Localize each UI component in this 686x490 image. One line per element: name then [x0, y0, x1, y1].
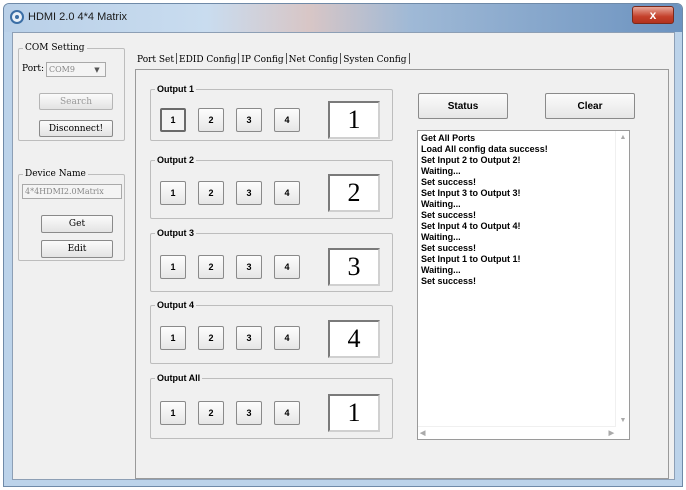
- tab-ip-config[interactable]: IP Config: [239, 53, 285, 67]
- output-2-input-2-button[interactable]: 2: [198, 181, 224, 205]
- output-1-current-input: 1: [328, 101, 380, 139]
- search-button-label: Search: [60, 96, 92, 107]
- device-name-field[interactable]: 4*4HDMI2.0Matrix: [22, 184, 122, 199]
- port-select-value: COM9: [49, 65, 75, 74]
- output-1-input-3-button[interactable]: 3: [236, 108, 262, 132]
- output-3-input-2-button[interactable]: 2: [198, 255, 224, 279]
- output-1-input-2-button[interactable]: 2: [198, 108, 224, 132]
- get-button[interactable]: Get: [41, 215, 113, 233]
- client-area: COM Setting Port: COM9 ▼ Search Disconne…: [12, 32, 675, 480]
- get-button-label: Get: [68, 219, 86, 229]
- log-line: Set Input 4 to Output 4!: [421, 221, 521, 231]
- output-2-current-input: 2: [328, 174, 380, 212]
- log-line: Load All config data success!: [421, 144, 548, 154]
- port-label: Port:: [22, 64, 45, 74]
- tab-net-config[interactable]: Net Config: [287, 53, 341, 67]
- status-button[interactable]: Status: [418, 93, 508, 119]
- tab-separator: [408, 53, 410, 64]
- tab-edid-config[interactable]: EDID Config: [177, 53, 238, 67]
- output-1-input-1-button[interactable]: 1: [160, 108, 186, 132]
- log-line: Set success!: [421, 210, 477, 220]
- log-line: Set success!: [421, 177, 477, 187]
- output-4-current-input: 4: [328, 320, 380, 358]
- tab-port-set[interactable]: Port Set: [135, 53, 176, 67]
- output-2-input-1-button[interactable]: 1: [160, 181, 186, 205]
- output-all-legend: Output All: [157, 373, 201, 383]
- output-all-input-4-button[interactable]: 4: [274, 401, 300, 425]
- device-name-value: 4*4HDMI2.0Matrix: [25, 187, 104, 196]
- app-icon: [10, 10, 24, 24]
- tab-systen-config[interactable]: Systen Config: [341, 53, 408, 67]
- output-4-input-4-button[interactable]: 4: [274, 326, 300, 350]
- chevron-down-icon: ▼: [94, 66, 100, 74]
- output-3-legend: Output 3: [157, 228, 194, 238]
- output-3-input-4-button[interactable]: 4: [274, 255, 300, 279]
- log-line: Waiting...: [421, 265, 461, 275]
- window-title: HDMI 2.0 4*4 Matrix: [28, 11, 128, 23]
- log-line: Waiting...: [421, 199, 461, 209]
- status-log[interactable]: Get All Ports Load All config data succe…: [417, 130, 630, 440]
- output-all-input-1-button[interactable]: 1: [160, 401, 186, 425]
- output-2-legend: Output 2: [157, 155, 194, 165]
- output-1-input-4-button[interactable]: 4: [274, 108, 300, 132]
- scroll-up-icon[interactable]: ▲: [616, 132, 630, 143]
- scroll-left-icon[interactable]: ◀: [420, 428, 425, 439]
- log-line: Set success!: [421, 276, 477, 286]
- app-window: HDMI 2.0 4*4 Matrix x COM Setting Port: …: [3, 3, 683, 487]
- output-all-input-3-button[interactable]: 3: [236, 401, 262, 425]
- output-2-input-4-button[interactable]: 4: [274, 181, 300, 205]
- disconnect-button-label: Disconnect!: [48, 123, 104, 134]
- log-line: Get All Ports: [421, 133, 476, 143]
- title-bar[interactable]: HDMI 2.0 4*4 Matrix x: [4, 4, 682, 32]
- output-all-input-2-button[interactable]: 2: [198, 401, 224, 425]
- com-setting-legend: COM Setting: [25, 43, 85, 53]
- output-all-current-input: 1: [328, 394, 380, 432]
- output-4-legend: Output 4: [157, 300, 194, 310]
- port-set-panel: Output 1 1 2 3 4 1 Output 2 1 2 3 4 2 Ou…: [135, 69, 669, 479]
- log-line: Set Input 2 to Output 2!: [421, 155, 521, 165]
- output-3-current-input: 3: [328, 248, 380, 286]
- output-4-input-3-button[interactable]: 3: [236, 326, 262, 350]
- scroll-down-icon[interactable]: ▼: [616, 415, 630, 426]
- log-line: Waiting...: [421, 232, 461, 242]
- search-button[interactable]: Search: [39, 93, 113, 110]
- log-vertical-scrollbar[interactable]: ▲ ▼: [615, 131, 629, 427]
- device-name-legend: Device Name: [25, 169, 86, 179]
- log-line: Set success!: [421, 243, 477, 253]
- output-1-legend: Output 1: [157, 84, 194, 94]
- scroll-right-icon[interactable]: ▶: [609, 428, 614, 439]
- output-3-input-1-button[interactable]: 1: [160, 255, 186, 279]
- log-horizontal-scrollbar[interactable]: ◀ ▶: [418, 426, 616, 439]
- output-2-input-3-button[interactable]: 3: [236, 181, 262, 205]
- output-3-input-3-button[interactable]: 3: [236, 255, 262, 279]
- clear-button[interactable]: Clear: [545, 93, 635, 119]
- tab-bar: Port Set EDID Config IP Config Net Config Sy…: [135, 53, 410, 68]
- disconnect-button[interactable]: Disconnect!: [39, 120, 113, 137]
- port-select[interactable]: COM9 ▼: [46, 62, 106, 77]
- edit-button-label: Edit: [67, 244, 87, 254]
- edit-button[interactable]: Edit: [41, 240, 113, 258]
- close-button[interactable]: x: [632, 6, 674, 24]
- log-line: Waiting...: [421, 166, 461, 176]
- log-line: Set Input 3 to Output 3!: [421, 188, 521, 198]
- close-icon: x: [649, 8, 657, 22]
- log-line: Set Input 1 to Output 1!: [421, 254, 521, 264]
- output-4-input-1-button[interactable]: 1: [160, 326, 186, 350]
- output-4-input-2-button[interactable]: 2: [198, 326, 224, 350]
